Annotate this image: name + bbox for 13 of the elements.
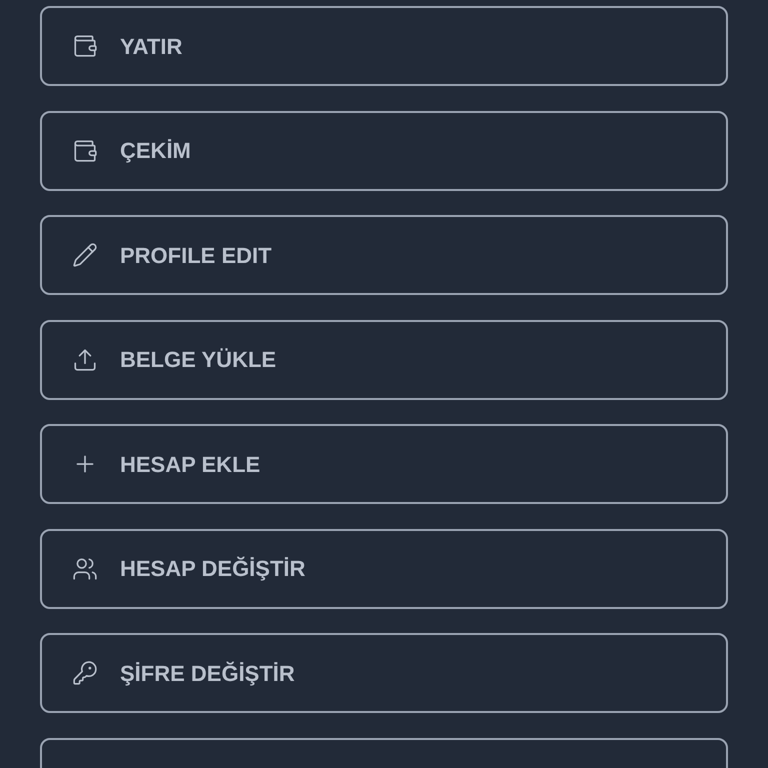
wallet-icon (72, 33, 98, 59)
wallet-icon (72, 138, 98, 164)
menu-button[interactable]: BELGE YÜKLE (40, 320, 728, 400)
menu-button[interactable]: HESAP EKLE (40, 424, 728, 504)
menu-button[interactable]: YATIR (40, 6, 728, 86)
users-icon (72, 556, 98, 582)
menu-button[interactable]: PROFILE EDIT (40, 215, 728, 295)
upload-icon (72, 346, 98, 372)
menu-button[interactable]: ÇEKİM (40, 110, 728, 190)
key-icon (72, 660, 98, 686)
menu-button[interactable]: ŞİFRE DEĞİŞTİR (40, 633, 728, 713)
pencil-icon (72, 242, 98, 268)
menu-button[interactable]: HESAP DEĞİŞTİR (40, 528, 728, 608)
